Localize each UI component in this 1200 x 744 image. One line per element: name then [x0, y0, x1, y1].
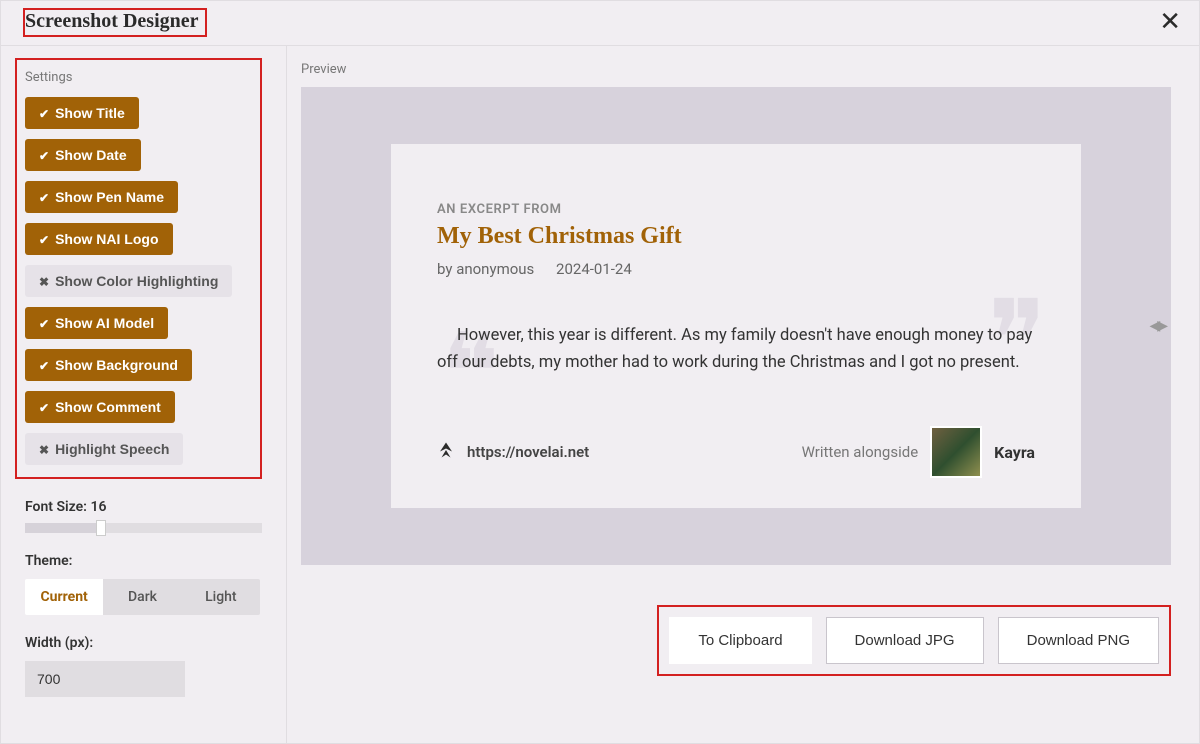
- toggle-show-color-highlighting[interactable]: Show Color Highlighting: [25, 265, 232, 297]
- toggle-label: Show Date: [55, 147, 127, 163]
- toggle-show-pen-name[interactable]: Show Pen Name: [25, 181, 178, 213]
- card-footer: https://novelai.net Written alongside Ka…: [437, 426, 1035, 478]
- toggle-label: Show Background: [55, 357, 178, 373]
- toggle-label: Show AI Model: [55, 315, 154, 331]
- pen-name: anonymous: [456, 260, 534, 278]
- theme-selector: Current Dark Light: [25, 579, 260, 615]
- slider-thumb[interactable]: [96, 520, 106, 536]
- story-title: My Best Christmas Gift: [437, 223, 1035, 250]
- resize-handle-icon[interactable]: ◀▶: [1149, 318, 1165, 334]
- model-name: Kayra: [994, 443, 1035, 462]
- theme-dark[interactable]: Dark: [103, 579, 181, 615]
- font-size-row: Font Size: 16: [25, 499, 262, 515]
- toggle-show-nai-logo[interactable]: Show NAI Logo: [25, 223, 173, 255]
- preview-label: Preview: [301, 62, 1171, 77]
- site-url: https://novelai.net: [467, 443, 790, 461]
- toggle-show-background[interactable]: Show Background: [25, 349, 192, 381]
- check-icon: [39, 399, 49, 415]
- check-icon: [39, 189, 49, 205]
- dialog-header: Screenshot Designer ✕: [1, 1, 1199, 46]
- settings-label: Settings: [25, 68, 252, 85]
- check-icon: [39, 147, 49, 163]
- dialog-body: Settings Show Title Show Date Show Pen N…: [1, 46, 1199, 743]
- toggle-label: Show Comment: [55, 399, 161, 415]
- to-clipboard-button[interactable]: To Clipboard: [669, 617, 811, 664]
- toggle-label: Show Color Highlighting: [55, 273, 218, 289]
- toggle-label: Show NAI Logo: [55, 231, 158, 247]
- body-text: However, this year is different. As my f…: [437, 326, 1032, 372]
- font-size-label: Font Size:: [25, 499, 87, 515]
- theme-current[interactable]: Current: [25, 579, 103, 615]
- check-icon: [39, 357, 49, 373]
- dialog-title: Screenshot Designer: [23, 8, 207, 37]
- theme-label: Theme:: [25, 553, 262, 569]
- story-date: 2024-01-24: [556, 260, 632, 278]
- x-icon: [39, 441, 49, 457]
- excerpt-label: AN EXCERPT FROM: [437, 202, 1035, 217]
- alongside-text: Written alongside: [802, 443, 919, 461]
- toggle-list: Show Title Show Date Show Pen Name Show …: [25, 97, 252, 465]
- x-icon: [39, 273, 49, 289]
- by-prefix: by: [437, 260, 452, 278]
- width-label: Width (px):: [25, 635, 262, 651]
- model-avatar: [930, 426, 982, 478]
- screenshot-card: AN EXCERPT FROM My Best Christmas Gift b…: [391, 144, 1081, 508]
- download-png-button[interactable]: Download PNG: [998, 617, 1159, 664]
- font-size-slider[interactable]: [25, 523, 262, 533]
- toggle-show-date[interactable]: Show Date: [25, 139, 141, 171]
- action-row: To Clipboard Download JPG Download PNG: [657, 605, 1171, 676]
- settings-section: Settings Show Title Show Date Show Pen N…: [15, 58, 262, 479]
- close-icon[interactable]: ✕: [1155, 7, 1185, 37]
- toggle-show-ai-model[interactable]: Show AI Model: [25, 307, 168, 339]
- check-icon: [39, 231, 49, 247]
- width-input[interactable]: [25, 661, 185, 697]
- toggle-show-title[interactable]: Show Title: [25, 97, 139, 129]
- screenshot-designer-dialog: Screenshot Designer ✕ Settings Show Titl…: [0, 0, 1200, 744]
- main-panel: Preview ◀▶ AN EXCERPT FROM My Best Chris…: [287, 46, 1199, 743]
- story-body: ❝ However, this year is different. As my…: [437, 322, 1035, 376]
- settings-sidebar: Settings Show Title Show Date Show Pen N…: [1, 46, 287, 743]
- quote-open-icon: ❝: [421, 284, 500, 466]
- check-icon: [39, 105, 49, 121]
- font-size-value: 16: [90, 499, 106, 515]
- toggle-label: Highlight Speech: [55, 441, 169, 457]
- theme-light[interactable]: Light: [182, 579, 260, 615]
- meta-row: by anonymous 2024-01-24: [437, 260, 1035, 278]
- toggle-show-comment[interactable]: Show Comment: [25, 391, 175, 423]
- check-icon: [39, 315, 49, 331]
- toggle-label: Show Title: [55, 105, 125, 121]
- toggle-label: Show Pen Name: [55, 189, 164, 205]
- toggle-highlight-speech[interactable]: Highlight Speech: [25, 433, 183, 465]
- preview-area: ◀▶ AN EXCERPT FROM My Best Christmas Gif…: [301, 87, 1171, 565]
- download-jpg-button[interactable]: Download JPG: [826, 617, 984, 664]
- slider-fill: [25, 523, 96, 533]
